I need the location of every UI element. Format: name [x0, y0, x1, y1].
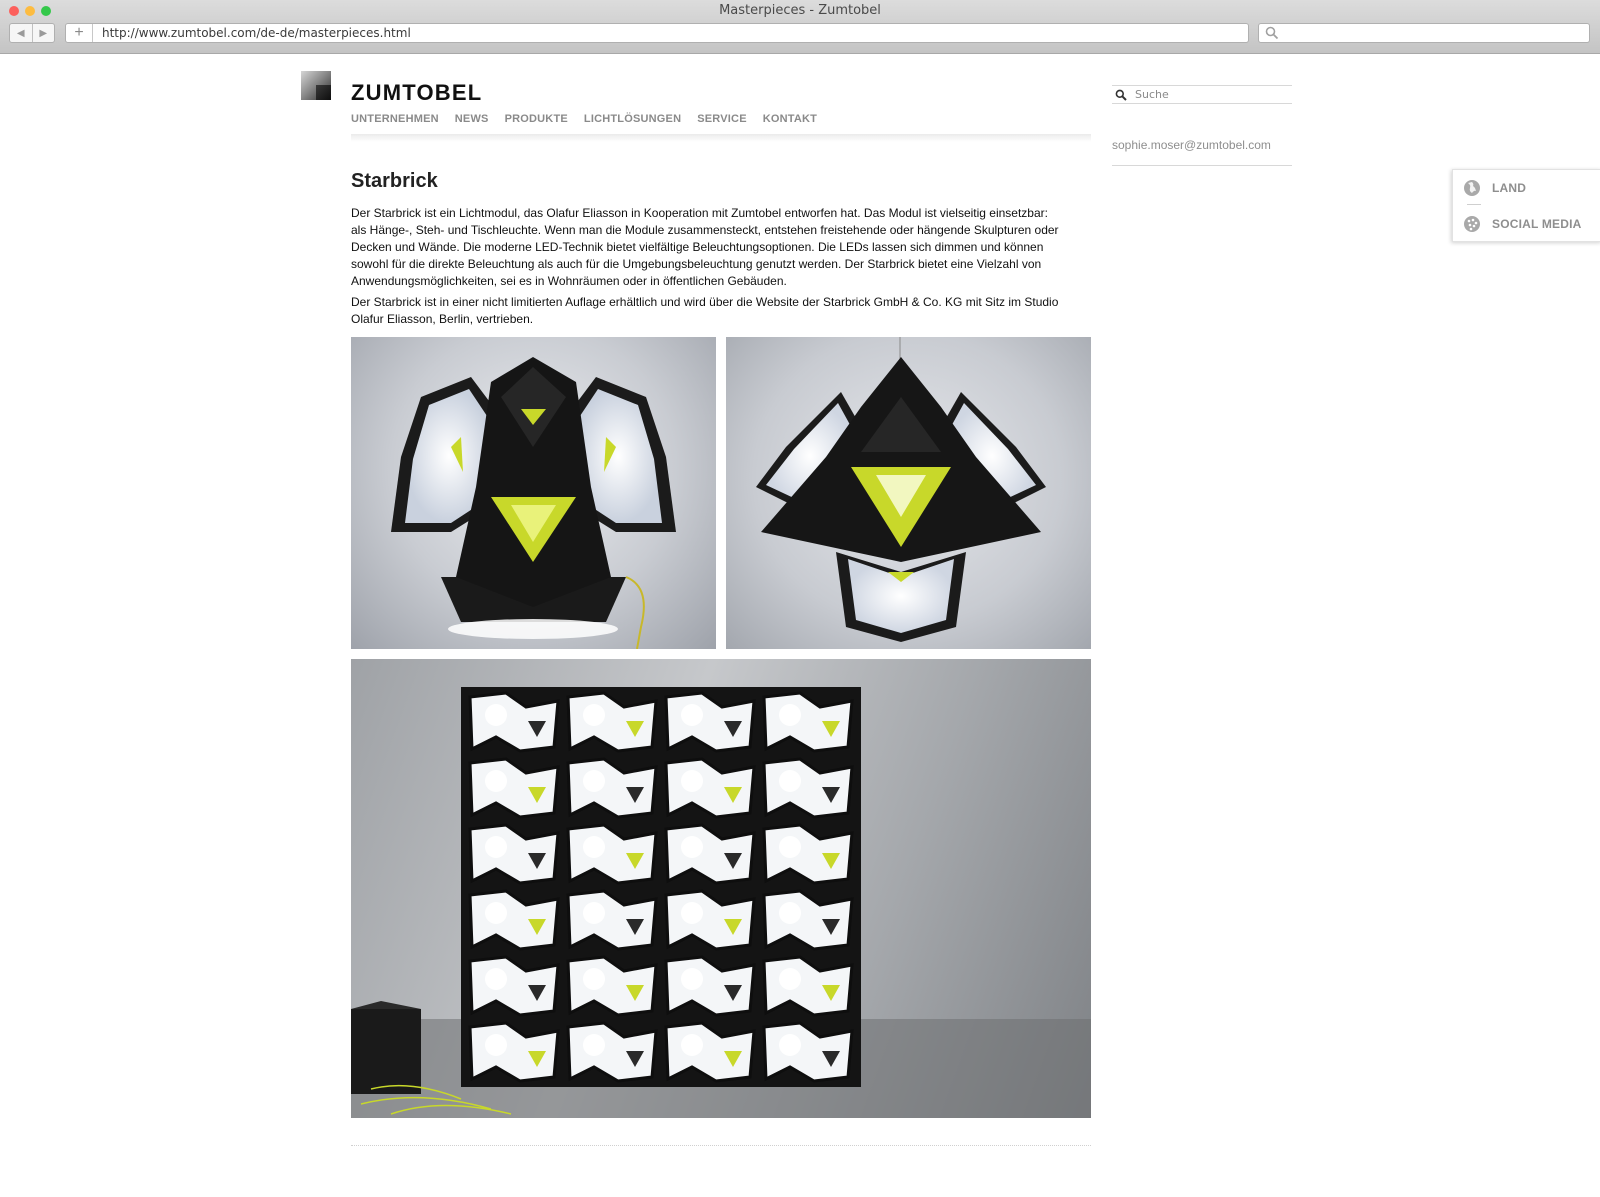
nav-item-lichtloesungen[interactable]: LICHTLÖSUNGEN	[584, 113, 681, 125]
starbrick-wall-installation-image	[351, 659, 1091, 1118]
availability-paragraph: Der Starbrick ist in einer nicht limitie…	[351, 295, 1059, 326]
search-input[interactable]	[1135, 88, 1275, 101]
starbrick-pendant-lamp-image	[726, 337, 1091, 649]
nav-item-kontakt[interactable]: KONTAKT	[763, 113, 817, 125]
side-flyout: LAND SOCIAL MEDIA	[1452, 169, 1600, 242]
divider	[1112, 165, 1292, 166]
share-icon	[1464, 216, 1480, 232]
page-title: Starbrick	[351, 170, 438, 192]
forward-button[interactable]: ▶	[31, 24, 55, 42]
starbrick-table-lamp-image	[351, 337, 716, 649]
back-button[interactable]: ◀	[10, 24, 32, 42]
social-media-label: SOCIAL MEDIA	[1492, 217, 1582, 231]
land-label: LAND	[1492, 181, 1527, 195]
search-icon	[1265, 26, 1279, 40]
window-title: Masterpieces - Zumtobel	[719, 3, 881, 18]
user-email-link[interactable]: sophie.moser@zumtobel.com	[1112, 138, 1271, 152]
nav-item-service[interactable]: SERVICE	[697, 113, 747, 125]
logo-wordmark[interactable]: ZUMTOBEL	[351, 80, 482, 106]
history-buttons: ◀ ▶	[9, 23, 55, 43]
zumtobel-logo-icon[interactable]	[301, 71, 331, 100]
divider	[1467, 204, 1481, 205]
header-divider	[351, 134, 1091, 142]
browser-search-field[interactable]	[1258, 23, 1590, 43]
url-text[interactable]: http://www.zumtobel.com/de-de/masterpiec…	[93, 26, 411, 40]
content-divider	[351, 1145, 1091, 1146]
social-media-button[interactable]: SOCIAL MEDIA	[1463, 215, 1582, 233]
address-bar[interactable]: + http://www.zumtobel.com/de-de/masterpi…	[65, 23, 1249, 43]
main-navigation: UNTERNEHMEN NEWS PRODUKTE LICHTLÖSUNGEN …	[351, 113, 817, 125]
new-tab-button[interactable]: +	[66, 24, 93, 42]
intro-paragraph: Der Starbrick ist ein Lichtmodul, das Ol…	[351, 206, 1059, 288]
browser-chrome: Masterpieces - Zumtobel ◀ ▶ + http://www…	[0, 0, 1600, 54]
land-button[interactable]: LAND	[1463, 179, 1526, 197]
nav-item-unternehmen[interactable]: UNTERNEHMEN	[351, 113, 439, 125]
search-icon[interactable]	[1115, 89, 1127, 101]
site-search	[1112, 85, 1292, 104]
globe-icon	[1464, 180, 1480, 196]
nav-item-news[interactable]: NEWS	[455, 113, 489, 125]
nav-item-produkte[interactable]: PRODUKTE	[505, 113, 568, 125]
